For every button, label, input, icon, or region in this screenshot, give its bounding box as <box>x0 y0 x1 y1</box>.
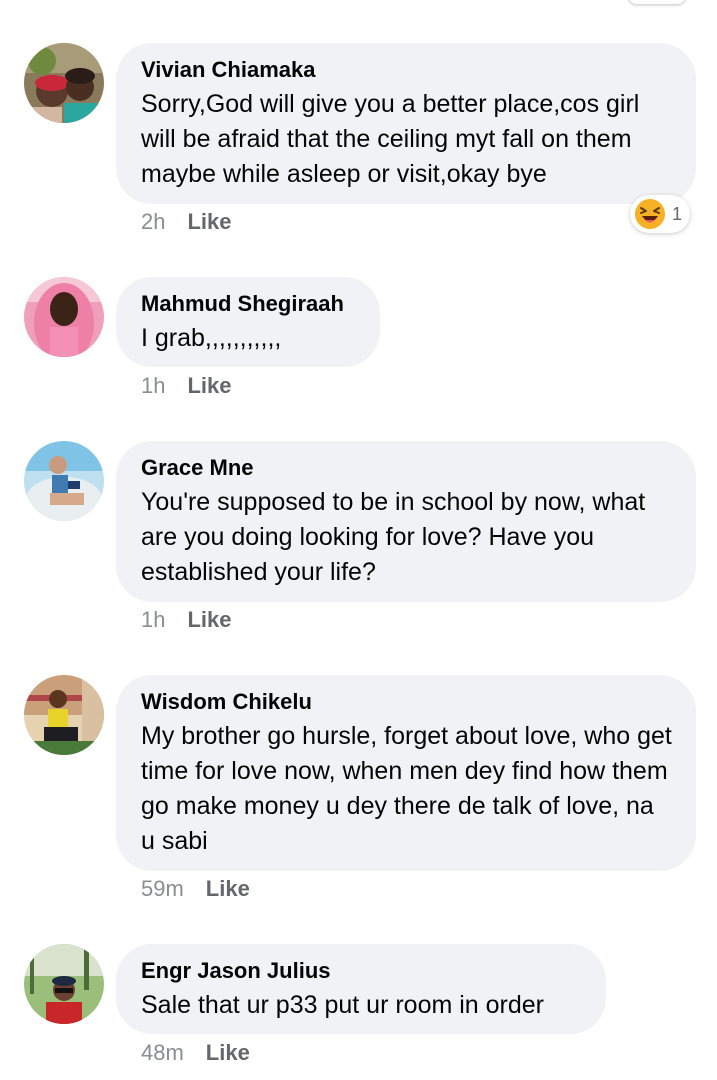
comment-timestamp[interactable]: 59m <box>141 876 184 902</box>
comment-meta: 2h Like <box>141 209 232 235</box>
reaction-summary[interactable]: 1 <box>630 195 690 233</box>
like-button[interactable]: Like <box>206 876 250 902</box>
comment-bubble[interactable]: Mahmud Shegiraah I grab,,,,,,,,,,, <box>116 277 380 367</box>
comment-text: You're supposed to be in school by now, … <box>141 488 646 586</box>
avatar-photo <box>24 675 104 755</box>
comment-text: I grab,,,,,,,,,,, <box>141 324 282 352</box>
comment-text: My brother go hursle, forget about love,… <box>141 722 672 855</box>
comment-meta: 1h Like <box>141 373 232 399</box>
comment-bubble[interactable]: Vivian Chiamaka Sorry,God will give you … <box>116 43 696 204</box>
like-button[interactable]: Like <box>206 1040 250 1066</box>
avatar[interactable] <box>24 675 104 755</box>
avatar-photo <box>24 441 104 521</box>
comment-timestamp[interactable]: 1h <box>141 607 165 633</box>
comment-bubble[interactable]: Wisdom Chikelu My brother go hursle, for… <box>116 675 696 871</box>
comment-timestamp[interactable]: 1h <box>141 373 165 399</box>
like-button[interactable]: Like <box>187 607 231 633</box>
comment-text: Sorry,God will give you a better place,c… <box>141 90 640 188</box>
comment-author[interactable]: Grace Mne <box>141 455 672 481</box>
like-button[interactable]: Like <box>187 209 231 235</box>
comment-author[interactable]: Wisdom Chikelu <box>141 689 672 715</box>
comment-bubble[interactable]: Grace Mne You're supposed to be in schoo… <box>116 441 696 602</box>
avatar[interactable] <box>24 944 104 1024</box>
comment-text: Sale that ur p33 put ur room in order <box>141 991 545 1019</box>
comment-timestamp[interactable]: 2h <box>141 209 165 235</box>
comment-meta: 48m Like <box>141 1040 250 1066</box>
avatar[interactable] <box>24 277 104 357</box>
reaction-count: 1 <box>672 203 683 224</box>
avatar-photo <box>24 944 104 1024</box>
comment-author[interactable]: Vivian Chiamaka <box>141 57 672 83</box>
comment-author[interactable]: Engr Jason Julius <box>141 958 582 984</box>
avatar[interactable] <box>24 441 104 521</box>
avatar-photo <box>24 277 104 357</box>
like-button[interactable]: Like <box>187 373 231 399</box>
comment-meta: 59m Like <box>141 876 250 902</box>
comment-bubble[interactable]: Engr Jason Julius Sale that ur p33 put u… <box>116 944 606 1034</box>
comment-meta: 1h Like <box>141 607 232 633</box>
avatar-photo <box>24 43 104 123</box>
comment-author[interactable]: Mahmud Shegiraah <box>141 291 356 317</box>
comment-timestamp[interactable]: 48m <box>141 1040 184 1066</box>
previous-reaction-pill[interactable] <box>628 0 686 4</box>
avatar[interactable] <box>24 43 104 123</box>
laughing-emoji-icon <box>635 199 665 229</box>
